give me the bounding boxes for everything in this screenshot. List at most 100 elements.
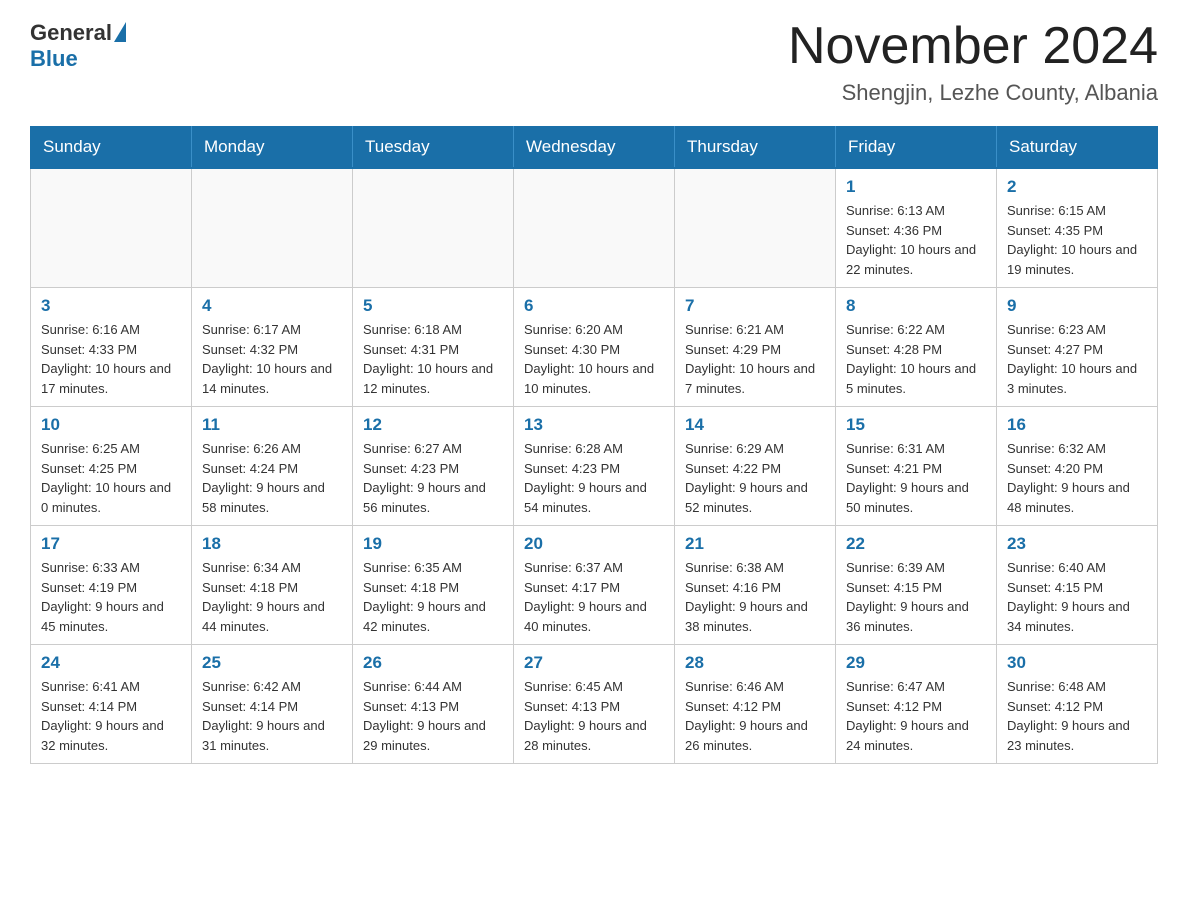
day-of-week-header: Tuesday bbox=[353, 127, 514, 169]
calendar-cell: 16 Sunrise: 6:32 AMSunset: 4:20 PMDayligh… bbox=[997, 407, 1158, 526]
calendar-cell: 20 Sunrise: 6:37 AMSunset: 4:17 PMDayligh… bbox=[514, 526, 675, 645]
day-number: 9 bbox=[1007, 296, 1147, 316]
calendar-cell: 21 Sunrise: 6:38 AMSunset: 4:16 PMDayligh… bbox=[675, 526, 836, 645]
day-number: 8 bbox=[846, 296, 986, 316]
calendar-cell: 15 Sunrise: 6:31 AMSunset: 4:21 PMDayligh… bbox=[836, 407, 997, 526]
calendar-cell: 17 Sunrise: 6:33 AMSunset: 4:19 PMDayligh… bbox=[31, 526, 192, 645]
calendar-cell: 19Sunrise: 6:35 AMSunset: 4:18 PMDayligh… bbox=[353, 526, 514, 645]
day-info: Sunrise: 6:21 AMSunset: 4:29 PMDaylight:… bbox=[685, 320, 825, 398]
calendar-cell: 30 Sunrise: 6:48 AMSunset: 4:12 PMDayligh… bbox=[997, 645, 1158, 764]
day-number: 23 bbox=[1007, 534, 1147, 554]
calendar-cell: 28Sunrise: 6:46 AMSunset: 4:12 PMDayligh… bbox=[675, 645, 836, 764]
day-of-week-header: Friday bbox=[836, 127, 997, 169]
calendar-week-row: 10 Sunrise: 6:25 AMSunset: 4:25 PMDayligh… bbox=[31, 407, 1158, 526]
calendar-cell: 13 Sunrise: 6:28 AMSunset: 4:23 PMDayligh… bbox=[514, 407, 675, 526]
day-number: 12 bbox=[363, 415, 503, 435]
day-of-week-header: Sunday bbox=[31, 127, 192, 169]
calendar-cell bbox=[192, 168, 353, 288]
day-info: Sunrise: 6:37 AMSunset: 4:17 PMDaylight:… bbox=[524, 558, 664, 636]
calendar-cell: 1Sunrise: 6:13 AMSunset: 4:36 PMDaylight… bbox=[836, 168, 997, 288]
day-number: 21 bbox=[685, 534, 825, 554]
calendar-cell: 23 Sunrise: 6:40 AMSunset: 4:15 PMDayligh… bbox=[997, 526, 1158, 645]
day-number: 26 bbox=[363, 653, 503, 673]
logo-general-label: General bbox=[30, 20, 112, 46]
day-of-week-header: Thursday bbox=[675, 127, 836, 169]
day-number: 16 bbox=[1007, 415, 1147, 435]
calendar-cell: 14Sunrise: 6:29 AMSunset: 4:22 PMDayligh… bbox=[675, 407, 836, 526]
calendar-cell: 25Sunrise: 6:42 AMSunset: 4:14 PMDayligh… bbox=[192, 645, 353, 764]
calendar-week-row: 24 Sunrise: 6:41 AMSunset: 4:14 PMDayligh… bbox=[31, 645, 1158, 764]
calendar-cell bbox=[514, 168, 675, 288]
day-number: 15 bbox=[846, 415, 986, 435]
calendar-week-row: 3 Sunrise: 6:16 AMSunset: 4:33 PMDaylight… bbox=[31, 288, 1158, 407]
day-number: 19 bbox=[363, 534, 503, 554]
day-number: 17 bbox=[41, 534, 181, 554]
day-info: Sunrise: 6:32 AMSunset: 4:20 PMDaylight:… bbox=[1007, 439, 1147, 517]
day-info: Sunrise: 6:46 AMSunset: 4:12 PMDaylight:… bbox=[685, 677, 825, 755]
calendar-header-row: SundayMondayTuesdayWednesdayThursdayFrid… bbox=[31, 127, 1158, 169]
calendar-cell: 3 Sunrise: 6:16 AMSunset: 4:33 PMDaylight… bbox=[31, 288, 192, 407]
day-info: Sunrise: 6:25 AMSunset: 4:25 PMDaylight:… bbox=[41, 439, 181, 517]
calendar-cell: 12 Sunrise: 6:27 AMSunset: 4:23 PMDayligh… bbox=[353, 407, 514, 526]
day-info: Sunrise: 6:42 AMSunset: 4:14 PMDaylight:… bbox=[202, 677, 342, 755]
day-info: Sunrise: 6:27 AMSunset: 4:23 PMDaylight:… bbox=[363, 439, 503, 517]
calendar-cell bbox=[353, 168, 514, 288]
calendar-cell: 18 Sunrise: 6:34 AMSunset: 4:18 PMDayligh… bbox=[192, 526, 353, 645]
day-info: Sunrise: 6:20 AMSunset: 4:30 PMDaylight:… bbox=[524, 320, 664, 398]
day-info: Sunrise: 6:33 AMSunset: 4:19 PMDaylight:… bbox=[41, 558, 181, 636]
day-number: 10 bbox=[41, 415, 181, 435]
day-number: 4 bbox=[202, 296, 342, 316]
calendar-cell: 6Sunrise: 6:20 AMSunset: 4:30 PMDaylight… bbox=[514, 288, 675, 407]
month-title: November 2024 bbox=[788, 20, 1158, 72]
day-info: Sunrise: 6:28 AMSunset: 4:23 PMDaylight:… bbox=[524, 439, 664, 517]
calendar-cell: 26 Sunrise: 6:44 AMSunset: 4:13 PMDayligh… bbox=[353, 645, 514, 764]
day-number: 27 bbox=[524, 653, 664, 673]
day-number: 3 bbox=[41, 296, 181, 316]
day-info: Sunrise: 6:41 AMSunset: 4:14 PMDaylight:… bbox=[41, 677, 181, 755]
day-info: Sunrise: 6:23 AMSunset: 4:27 PMDaylight:… bbox=[1007, 320, 1147, 398]
header: General Blue November 2024 Shengjin, Lez… bbox=[30, 20, 1158, 106]
day-number: 20 bbox=[524, 534, 664, 554]
calendar-cell: 5Sunrise: 6:18 AMSunset: 4:31 PMDaylight… bbox=[353, 288, 514, 407]
logo-triangle-icon bbox=[114, 22, 126, 42]
day-number: 2 bbox=[1007, 177, 1147, 197]
day-info: Sunrise: 6:22 AMSunset: 4:28 PMDaylight:… bbox=[846, 320, 986, 398]
day-info: Sunrise: 6:47 AMSunset: 4:12 PMDaylight:… bbox=[846, 677, 986, 755]
day-info: Sunrise: 6:45 AMSunset: 4:13 PMDaylight:… bbox=[524, 677, 664, 755]
day-of-week-header: Wednesday bbox=[514, 127, 675, 169]
title-area: November 2024 Shengjin, Lezhe County, Al… bbox=[788, 20, 1158, 106]
day-info: Sunrise: 6:18 AMSunset: 4:31 PMDaylight:… bbox=[363, 320, 503, 398]
day-info: Sunrise: 6:31 AMSunset: 4:21 PMDaylight:… bbox=[846, 439, 986, 517]
calendar-cell: 29Sunrise: 6:47 AMSunset: 4:12 PMDayligh… bbox=[836, 645, 997, 764]
logo-general-text: General bbox=[30, 20, 126, 46]
calendar-cell bbox=[675, 168, 836, 288]
calendar-cell: 24 Sunrise: 6:41 AMSunset: 4:14 PMDayligh… bbox=[31, 645, 192, 764]
day-info: Sunrise: 6:34 AMSunset: 4:18 PMDaylight:… bbox=[202, 558, 342, 636]
day-info: Sunrise: 6:26 AMSunset: 4:24 PMDaylight:… bbox=[202, 439, 342, 517]
day-of-week-header: Monday bbox=[192, 127, 353, 169]
logo: General Blue bbox=[30, 20, 126, 72]
calendar-cell: 4Sunrise: 6:17 AMSunset: 4:32 PMDaylight… bbox=[192, 288, 353, 407]
calendar-cell: 8 Sunrise: 6:22 AMSunset: 4:28 PMDaylight… bbox=[836, 288, 997, 407]
day-info: Sunrise: 6:38 AMSunset: 4:16 PMDaylight:… bbox=[685, 558, 825, 636]
calendar-cell: 10 Sunrise: 6:25 AMSunset: 4:25 PMDayligh… bbox=[31, 407, 192, 526]
calendar-week-row: 1Sunrise: 6:13 AMSunset: 4:36 PMDaylight… bbox=[31, 168, 1158, 288]
day-info: Sunrise: 6:29 AMSunset: 4:22 PMDaylight:… bbox=[685, 439, 825, 517]
day-number: 18 bbox=[202, 534, 342, 554]
day-number: 13 bbox=[524, 415, 664, 435]
day-info: Sunrise: 6:44 AMSunset: 4:13 PMDaylight:… bbox=[363, 677, 503, 755]
day-info: Sunrise: 6:48 AMSunset: 4:12 PMDaylight:… bbox=[1007, 677, 1147, 755]
day-number: 22 bbox=[846, 534, 986, 554]
day-info: Sunrise: 6:16 AMSunset: 4:33 PMDaylight:… bbox=[41, 320, 181, 398]
day-number: 11 bbox=[202, 415, 342, 435]
day-number: 7 bbox=[685, 296, 825, 316]
day-number: 1 bbox=[846, 177, 986, 197]
day-number: 30 bbox=[1007, 653, 1147, 673]
day-of-week-header: Saturday bbox=[997, 127, 1158, 169]
calendar-cell: 2Sunrise: 6:15 AMSunset: 4:35 PMDaylight… bbox=[997, 168, 1158, 288]
calendar-cell bbox=[31, 168, 192, 288]
day-info: Sunrise: 6:40 AMSunset: 4:15 PMDaylight:… bbox=[1007, 558, 1147, 636]
day-number: 24 bbox=[41, 653, 181, 673]
calendar-week-row: 17 Sunrise: 6:33 AMSunset: 4:19 PMDayligh… bbox=[31, 526, 1158, 645]
calendar-cell: 11 Sunrise: 6:26 AMSunset: 4:24 PMDayligh… bbox=[192, 407, 353, 526]
